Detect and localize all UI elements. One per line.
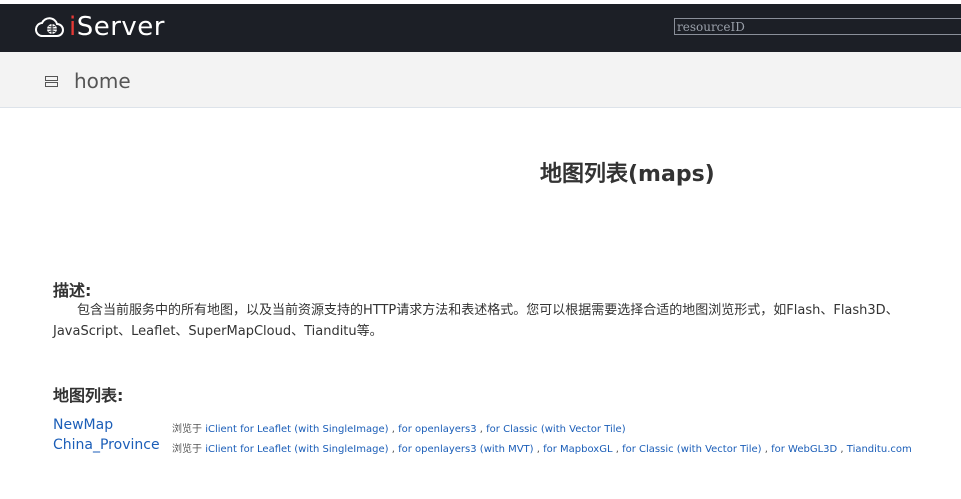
link-openlayers3-mvt[interactable]: for openlayers3 (with MVT): [398, 444, 534, 455]
link-leaflet-singleimage[interactable]: iClient for Leaflet (with SingleImage): [205, 444, 388, 455]
browse-prefix: 浏览于: [172, 444, 202, 455]
link-tianditu[interactable]: Tianditu.com: [847, 444, 912, 455]
breadcrumb-home-link[interactable]: home: [74, 69, 131, 93]
page-title: 地图列表(maps): [540, 162, 715, 187]
top-navbar: iServer: [0, 0, 961, 52]
iserver-logo[interactable]: iServer: [35, 12, 165, 42]
map-list-heading: 地图列表:: [53, 386, 124, 405]
logo-text: iServer: [69, 12, 165, 42]
list-icon: [45, 76, 59, 88]
link-classic-vector-tile[interactable]: for Classic (with Vector Tile): [622, 444, 761, 455]
link-classic-vector-tile[interactable]: for Classic (with Vector Tile): [486, 424, 625, 435]
breadcrumb: [0, 52, 961, 108]
cloud-globe-icon: [35, 17, 64, 37]
browse-links: 浏览于 iClient for Leaflet (with SingleImag…: [172, 444, 912, 455]
resource-id-search-input[interactable]: [674, 18, 961, 35]
description-heading: 描述:: [53, 281, 92, 300]
link-leaflet-singleimage[interactable]: iClient for Leaflet (with SingleImage): [205, 424, 388, 435]
map-link-newmap[interactable]: NewMap: [53, 417, 113, 433]
link-webgl3d[interactable]: for WebGL3D: [771, 444, 837, 455]
browse-prefix: 浏览于: [172, 424, 202, 435]
map-link-china-province[interactable]: China_Province: [53, 437, 160, 453]
link-mapboxgl[interactable]: for MapboxGL: [543, 444, 612, 455]
browse-links: 浏览于 iClient for Leaflet (with SingleImag…: [172, 424, 626, 435]
description-text: 包含当前服务中的所有地图，以及当前资源支持的HTTP请求方法和表述格式。您可以根…: [53, 303, 899, 339]
link-openlayers3[interactable]: for openlayers3: [398, 424, 477, 435]
top-border: [0, 0, 961, 4]
